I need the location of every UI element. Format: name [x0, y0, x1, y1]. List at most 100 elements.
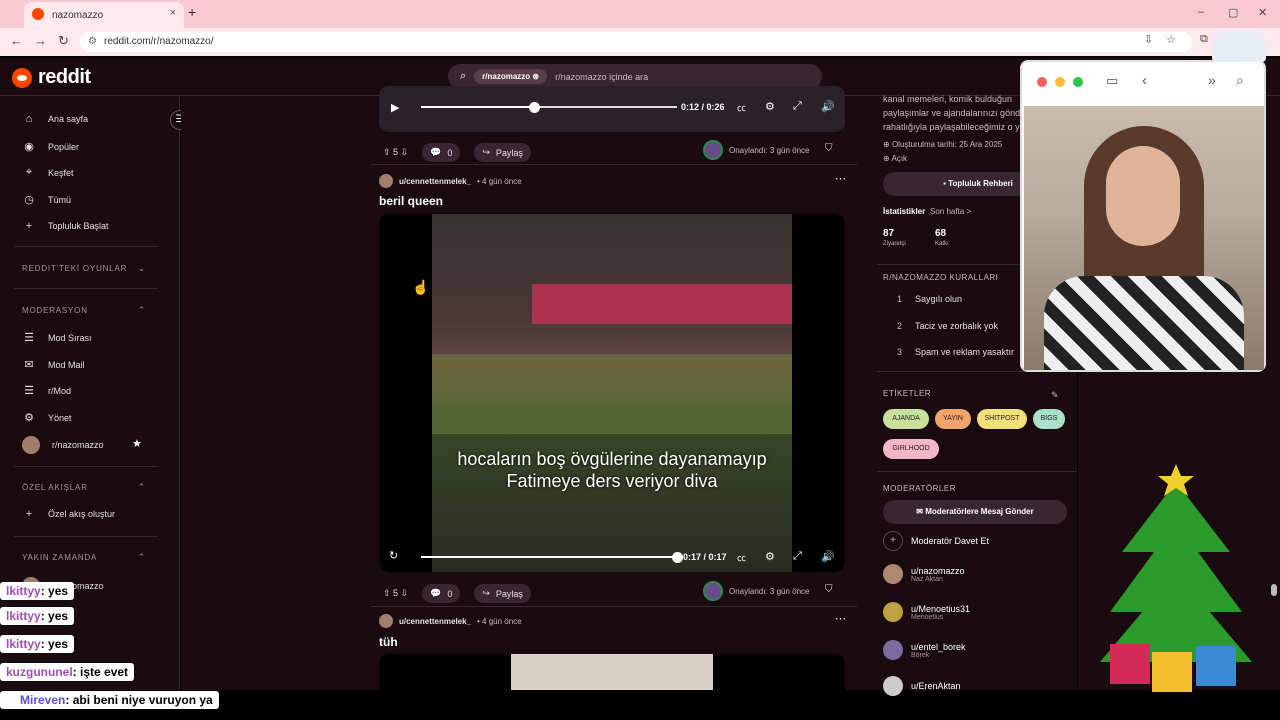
share-button[interactable]: ↪ Paylaş	[474, 143, 531, 162]
sidebar-item-start-community[interactable]: + Topluluk Başlat	[22, 220, 109, 232]
back-chevron-icon[interactable]: ‹	[1142, 72, 1147, 89]
settings-gear-icon[interactable]: ⚙	[765, 550, 775, 563]
more-options-icon[interactable]: ⋯	[835, 172, 846, 185]
extensions-icon[interactable]: ⧉	[1200, 33, 1208, 46]
chat-message: lkittyy: yes	[0, 582, 75, 600]
post-meta: u/cennettenmelek_ • 4 gün önce	[379, 614, 522, 628]
rule-item[interactable]: 1 Saygılı olun	[897, 294, 962, 304]
install-icon[interactable]: ⇩	[1144, 33, 1153, 46]
captions-icon[interactable]: ㏄	[737, 551, 746, 564]
user-avatar[interactable]	[379, 614, 393, 628]
more-options-icon[interactable]: ⋯	[835, 612, 846, 625]
back-icon[interactable]: ←	[10, 33, 23, 48]
share-button[interactable]: ↪ Paylaş	[474, 584, 531, 603]
sidebar-item-explore[interactable]: ⌖ Keşfet	[22, 166, 74, 179]
post-title[interactable]: beril queen	[379, 194, 443, 208]
invite-moderator-button[interactable]: + Moderatör Davet Et	[883, 531, 989, 551]
custom-feeds-heading[interactable]: ÖZEL AKIŞLAR ⌃	[22, 482, 146, 492]
explore-icon: ⌖	[25, 166, 33, 178]
games-section-heading[interactable]: REDDIT'TEKİ OYUNLAR ⌄	[22, 263, 146, 273]
address-bar[interactable]: ⚙ reddit.com/r/nazomazzo/	[80, 32, 1192, 52]
left-sidebar: ⌂ Ana sayfa ◉ Popüler ⌖ Keşfet ◷ Tümü + Toplu…	[0, 96, 180, 690]
comments-button[interactable]: 💬 0	[422, 143, 461, 162]
create-feed-button[interactable]: + Özel akış oluştur	[22, 508, 115, 520]
rule-item[interactable]: 2 Taciz ve zorbalık yok	[897, 321, 998, 331]
fullscreen-icon[interactable]: ⤢	[793, 550, 802, 563]
post-age: • 4 gün önce	[477, 616, 522, 626]
moderator-avatar	[703, 581, 723, 601]
post-author[interactable]: u/cennettenmelek_	[399, 177, 471, 186]
video-time: 0:17 / 0:17	[683, 552, 727, 562]
post-age: • 4 gün önce	[477, 176, 522, 186]
sidebar-item-mod-mail[interactable]: ✉ Mod Mail	[22, 358, 84, 371]
moderator-item[interactable]: u/entel_borek Börek	[883, 640, 966, 660]
tag-chip[interactable]: YAYIN	[935, 409, 971, 429]
close-window-icon[interactable]: ✕	[1258, 6, 1267, 19]
maximize-icon[interactable]: ▢	[1228, 6, 1238, 19]
message-mods-button[interactable]: ✉ Moderatörlere Mesaj Gönder	[883, 500, 1067, 524]
double-chevron-icon[interactable]: »	[1208, 72, 1216, 88]
user-avatar[interactable]	[379, 174, 393, 188]
tag-chip[interactable]: GIRLHOOD	[883, 439, 939, 459]
moderation-section-heading[interactable]: MODERASYON ⌃	[22, 305, 146, 315]
recent-heading[interactable]: YAKIN ZAMANDA ⌃	[22, 552, 146, 562]
post-title[interactable]: tüh	[379, 635, 398, 649]
video-caption: hocaların boş övgülerine dayanamayıp Fat…	[457, 449, 767, 491]
webcam-video	[1024, 106, 1264, 370]
tag-chip[interactable]: AJANDA	[883, 409, 929, 429]
progress-knob[interactable]	[529, 102, 540, 113]
captions-icon[interactable]: ㏄	[737, 101, 746, 114]
stats-period-dropdown[interactable]: Son hafta >	[930, 207, 971, 216]
video-player-1[interactable]: ▶ 0:12 / 0:26 ㏄ ⚙ ⤢ 🔊	[379, 86, 845, 132]
moderator-item[interactable]: u/nazomazzo Naz Aktan	[883, 564, 965, 584]
logo-text: reddit	[38, 66, 91, 88]
tab-close-icon[interactable]: ×	[170, 7, 176, 19]
new-tab-button[interactable]: +	[188, 4, 196, 20]
tag-chip[interactable]: BIGS	[1033, 409, 1065, 429]
rule-item[interactable]: 3 Spam ve reklam yasaktır	[897, 347, 1014, 357]
sidebar-item-r-mod[interactable]: ☰ r/Mod	[22, 384, 71, 397]
search-icon[interactable]: ⌕	[1236, 72, 1244, 89]
plus-icon: +	[883, 531, 903, 551]
post-author[interactable]: u/cennettenmelek_	[399, 617, 471, 626]
close-dot-icon[interactable]	[1037, 77, 1047, 87]
moderator-item[interactable]: u/ErenAktan	[883, 676, 961, 696]
volume-icon[interactable]: 🔊	[821, 100, 835, 113]
minimize-icon[interactable]: –	[1198, 6, 1204, 18]
volume-icon[interactable]: 🔊	[821, 550, 835, 563]
reddit-logo[interactable]: reddit	[12, 66, 91, 89]
fullscreen-icon[interactable]: ⤢	[793, 100, 802, 113]
sidebar-item-all[interactable]: ◷ Tümü	[22, 193, 71, 206]
moderator-item[interactable]: u/Menoetius31 Menoetius	[883, 602, 970, 622]
scrollbar-thumb[interactable]	[1271, 584, 1277, 596]
tag-chip[interactable]: SHITPOST	[977, 409, 1027, 429]
video-player-2[interactable]: hocaların boş övgülerine dayanamayıp Fat…	[379, 214, 845, 572]
video-frame	[432, 214, 792, 572]
favorite-star-icon[interactable]: ★	[132, 437, 142, 450]
comments-button[interactable]: 💬 0	[422, 584, 461, 603]
sidebar-toggle-icon[interactable]: ▭	[1106, 73, 1118, 89]
progress-fill	[421, 106, 534, 108]
shield-icon[interactable]: ⛉	[825, 143, 833, 154]
reload-icon[interactable]: ↻	[58, 33, 69, 49]
forward-icon[interactable]: →	[34, 33, 47, 48]
shield-icon[interactable]: ⛉	[825, 584, 833, 595]
search-community-chip[interactable]: r/nazomazzo ⊗	[474, 69, 548, 84]
progress-knob[interactable]	[672, 552, 683, 563]
site-info-icon[interactable]: ⚙	[88, 32, 97, 52]
bookmark-star-icon[interactable]: ☆	[1166, 33, 1176, 46]
sidebar-item-mod-queue[interactable]: ☰ Mod Sırası	[22, 331, 91, 344]
sidebar-item-community[interactable]: r/nazomazzo	[22, 436, 104, 454]
zoom-dot-icon[interactable]	[1073, 77, 1083, 87]
sidebar-item-home[interactable]: ⌂ Ana sayfa	[22, 113, 88, 125]
browser-tab[interactable]: nazomazzo ×	[24, 2, 184, 28]
settings-gear-icon[interactable]: ⚙	[765, 100, 775, 113]
play-icon[interactable]: ▶	[391, 101, 399, 114]
sidebar-item-manage[interactable]: ⚙ Yönet	[22, 411, 71, 424]
sidebar-item-popular[interactable]: ◉ Popüler	[22, 140, 79, 153]
post-media-3[interactable]	[379, 654, 845, 690]
edit-pencil-icon[interactable]: ✎	[1051, 390, 1059, 401]
replay-icon[interactable]: ↻	[389, 549, 398, 562]
globe-icon: ⊕	[883, 154, 890, 163]
minimize-dot-icon[interactable]	[1055, 77, 1065, 87]
